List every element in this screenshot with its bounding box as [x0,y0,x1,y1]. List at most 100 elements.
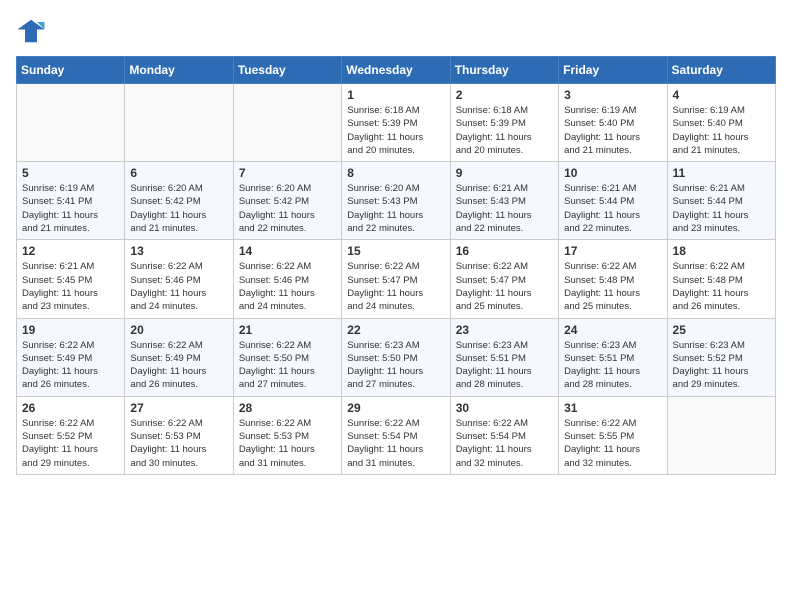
day-info: Sunrise: 6:22 AM Sunset: 5:48 PM Dayligh… [564,260,661,313]
day-number: 29 [347,401,444,415]
day-info: Sunrise: 6:21 AM Sunset: 5:43 PM Dayligh… [456,182,553,235]
day-info: Sunrise: 6:22 AM Sunset: 5:46 PM Dayligh… [239,260,336,313]
day-number: 25 [673,323,770,337]
day-info: Sunrise: 6:21 AM Sunset: 5:44 PM Dayligh… [564,182,661,235]
weekday-header-tuesday: Tuesday [233,57,341,84]
calendar-table: SundayMondayTuesdayWednesdayThursdayFrid… [16,56,776,475]
day-info: Sunrise: 6:22 AM Sunset: 5:52 PM Dayligh… [22,417,119,470]
calendar-cell: 14 Sunrise: 6:22 AM Sunset: 5:46 PM Dayli… [233,240,341,318]
day-number: 20 [130,323,227,337]
weekday-header-thursday: Thursday [450,57,558,84]
calendar-cell: 30Sunrise: 6:22 AM Sunset: 5:54 PM Dayli… [450,396,558,474]
day-number: 12 [22,244,119,258]
day-info: Sunrise: 6:22 AM Sunset: 5:50 PM Dayligh… [239,339,336,392]
day-number: 27 [130,401,227,415]
calendar-week-row: 1 Sunrise: 6:18 AM Sunset: 5:39 PM Daylig… [17,84,776,162]
day-number: 1 [347,88,444,102]
day-number: 26 [22,401,119,415]
calendar-cell: 12 Sunrise: 6:21 AM Sunset: 5:45 PM Dayli… [17,240,125,318]
calendar-cell [233,84,341,162]
day-number: 16 [456,244,553,258]
logo-icon [16,16,46,46]
day-number: 23 [456,323,553,337]
day-info: Sunrise: 6:23 AM Sunset: 5:51 PM Dayligh… [564,339,661,392]
day-info: Sunrise: 6:21 AM Sunset: 5:45 PM Dayligh… [22,260,119,313]
calendar-cell: 28Sunrise: 6:22 AM Sunset: 5:53 PM Dayli… [233,396,341,474]
day-number: 13 [130,244,227,258]
page-header [16,16,776,46]
calendar-cell: 29 Sunrise: 6:22 AM Sunset: 5:54 PM Dayli… [342,396,450,474]
day-info: Sunrise: 6:18 AM Sunset: 5:39 PM Dayligh… [347,104,444,157]
day-info: Sunrise: 6:19 AM Sunset: 5:40 PM Dayligh… [673,104,770,157]
calendar-week-row: 26 Sunrise: 6:22 AM Sunset: 5:52 PM Dayli… [17,396,776,474]
calendar-cell: 18 Sunrise: 6:22 AM Sunset: 5:48 PM Dayli… [667,240,775,318]
day-number: 31 [564,401,661,415]
day-number: 4 [673,88,770,102]
logo [16,16,50,46]
calendar-cell: 1 Sunrise: 6:18 AM Sunset: 5:39 PM Daylig… [342,84,450,162]
calendar-cell: 31Sunrise: 6:22 AM Sunset: 5:55 PM Dayli… [559,396,667,474]
calendar-cell: 2Sunrise: 6:18 AM Sunset: 5:39 PM Daylig… [450,84,558,162]
day-info: Sunrise: 6:22 AM Sunset: 5:46 PM Dayligh… [130,260,227,313]
calendar-week-row: 5Sunrise: 6:19 AM Sunset: 5:41 PM Daylig… [17,162,776,240]
day-info: Sunrise: 6:23 AM Sunset: 5:51 PM Dayligh… [456,339,553,392]
day-number: 2 [456,88,553,102]
day-number: 6 [130,166,227,180]
day-number: 19 [22,323,119,337]
calendar-cell: 13 Sunrise: 6:22 AM Sunset: 5:46 PM Dayli… [125,240,233,318]
calendar-cell: 26 Sunrise: 6:22 AM Sunset: 5:52 PM Dayli… [17,396,125,474]
calendar-cell [125,84,233,162]
day-info: Sunrise: 6:22 AM Sunset: 5:54 PM Dayligh… [347,417,444,470]
calendar-cell: 4 Sunrise: 6:19 AM Sunset: 5:40 PM Daylig… [667,84,775,162]
day-number: 8 [347,166,444,180]
day-number: 3 [564,88,661,102]
day-number: 24 [564,323,661,337]
calendar-cell: 17 Sunrise: 6:22 AM Sunset: 5:48 PM Dayli… [559,240,667,318]
day-info: Sunrise: 6:19 AM Sunset: 5:40 PM Dayligh… [564,104,661,157]
day-number: 22 [347,323,444,337]
day-number: 10 [564,166,661,180]
calendar-header-row: SundayMondayTuesdayWednesdayThursdayFrid… [17,57,776,84]
day-info: Sunrise: 6:21 AM Sunset: 5:44 PM Dayligh… [673,182,770,235]
weekday-header-saturday: Saturday [667,57,775,84]
day-number: 11 [673,166,770,180]
calendar-cell: 15 Sunrise: 6:22 AM Sunset: 5:47 PM Dayli… [342,240,450,318]
day-info: Sunrise: 6:23 AM Sunset: 5:52 PM Dayligh… [673,339,770,392]
calendar-cell: 19 Sunrise: 6:22 AM Sunset: 5:49 PM Dayli… [17,318,125,396]
calendar-cell: 24 Sunrise: 6:23 AM Sunset: 5:51 PM Dayli… [559,318,667,396]
day-info: Sunrise: 6:22 AM Sunset: 5:48 PM Dayligh… [673,260,770,313]
calendar-cell [667,396,775,474]
day-number: 18 [673,244,770,258]
calendar-cell: 27 Sunrise: 6:22 AM Sunset: 5:53 PM Dayli… [125,396,233,474]
day-number: 15 [347,244,444,258]
day-number: 7 [239,166,336,180]
calendar-cell: 7 Sunrise: 6:20 AM Sunset: 5:42 PM Daylig… [233,162,341,240]
calendar-cell: 8 Sunrise: 6:20 AM Sunset: 5:43 PM Daylig… [342,162,450,240]
calendar-week-row: 12 Sunrise: 6:21 AM Sunset: 5:45 PM Dayli… [17,240,776,318]
day-info: Sunrise: 6:20 AM Sunset: 5:43 PM Dayligh… [347,182,444,235]
calendar-cell [17,84,125,162]
day-info: Sunrise: 6:20 AM Sunset: 5:42 PM Dayligh… [239,182,336,235]
calendar-cell: 22 Sunrise: 6:23 AM Sunset: 5:50 PM Dayli… [342,318,450,396]
calendar-cell: 23 Sunrise: 6:23 AM Sunset: 5:51 PM Dayli… [450,318,558,396]
weekday-header-friday: Friday [559,57,667,84]
calendar-cell: 5Sunrise: 6:19 AM Sunset: 5:41 PM Daylig… [17,162,125,240]
day-info: Sunrise: 6:22 AM Sunset: 5:49 PM Dayligh… [130,339,227,392]
day-info: Sunrise: 6:23 AM Sunset: 5:50 PM Dayligh… [347,339,444,392]
day-info: Sunrise: 6:20 AM Sunset: 5:42 PM Dayligh… [130,182,227,235]
weekday-header-monday: Monday [125,57,233,84]
day-number: 21 [239,323,336,337]
day-info: Sunrise: 6:22 AM Sunset: 5:49 PM Dayligh… [22,339,119,392]
day-info: Sunrise: 6:22 AM Sunset: 5:54 PM Dayligh… [456,417,553,470]
calendar-cell: 9 Sunrise: 6:21 AM Sunset: 5:43 PM Daylig… [450,162,558,240]
calendar-cell: 3 Sunrise: 6:19 AM Sunset: 5:40 PM Daylig… [559,84,667,162]
day-number: 17 [564,244,661,258]
day-info: Sunrise: 6:22 AM Sunset: 5:47 PM Dayligh… [347,260,444,313]
day-number: 14 [239,244,336,258]
calendar-week-row: 19 Sunrise: 6:22 AM Sunset: 5:49 PM Dayli… [17,318,776,396]
weekday-header-wednesday: Wednesday [342,57,450,84]
day-info: Sunrise: 6:22 AM Sunset: 5:47 PM Dayligh… [456,260,553,313]
day-number: 9 [456,166,553,180]
calendar-cell: 21 Sunrise: 6:22 AM Sunset: 5:50 PM Dayli… [233,318,341,396]
day-info: Sunrise: 6:22 AM Sunset: 5:53 PM Dayligh… [130,417,227,470]
